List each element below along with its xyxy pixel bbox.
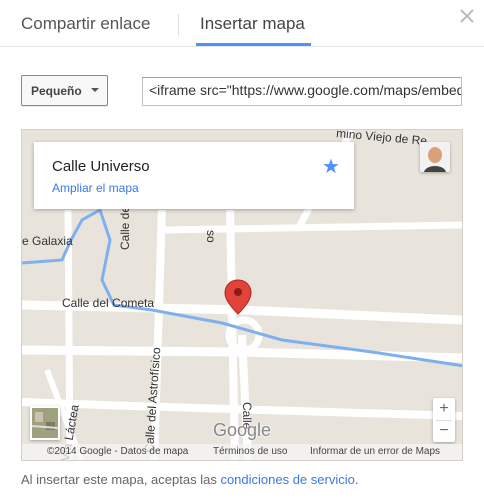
street-label: e Galaxia <box>22 234 73 248</box>
place-info-card: Calle Universo Ampliar el mapa ★ <box>34 142 354 209</box>
enlarge-map-link[interactable]: Ampliar el mapa <box>52 181 139 195</box>
terms-notice-end: . <box>354 472 359 487</box>
attribution-copyright: ©2014 Google - Datos de mapa <box>47 446 189 457</box>
terms-notice-text: Al insertar este mapa, aceptas las <box>21 472 221 487</box>
tab-embed-map[interactable]: Insertar mapa <box>200 14 305 34</box>
place-name: Calle Universo <box>52 158 150 175</box>
satellite-view-toggle[interactable] <box>30 406 60 440</box>
street-label: so <box>204 230 218 243</box>
chevron-down-icon <box>91 88 99 92</box>
tab-bar: Compartir enlace Insertar mapa <box>0 0 484 47</box>
tab-divider <box>178 14 179 36</box>
report-error-link[interactable]: Informar de un error de Maps <box>310 446 440 457</box>
terms-of-service-link[interactable]: condiciones de servicio <box>220 472 354 487</box>
zoom-in-button[interactable]: + <box>433 398 455 420</box>
terms-link[interactable]: Términos de uso <box>213 446 287 457</box>
map-size-dropdown[interactable]: Pequeño <box>21 75 108 106</box>
avatar[interactable] <box>420 142 450 172</box>
map-size-selected: Pequeño <box>31 84 82 98</box>
terms-notice: Al insertar este mapa, aceptas las condi… <box>21 472 358 487</box>
star-icon[interactable]: ★ <box>322 154 340 179</box>
embed-code-field[interactable]: <iframe src="https://www.google.com/maps… <box>142 77 462 106</box>
google-logo: Google <box>213 420 272 440</box>
zoom-divider <box>436 420 452 421</box>
map-view[interactable]: e Galaxia Calle del Cometa mino Viejo de… <box>21 129 463 461</box>
zoom-controls: + − <box>433 398 455 442</box>
active-tab-indicator <box>196 43 311 46</box>
street-label: Calle del Cometa <box>62 296 155 310</box>
zoom-out-button[interactable]: − <box>433 420 455 442</box>
map-attribution: ©2014 Google - Datos de mapa Términos de… <box>22 444 462 460</box>
close-icon[interactable] <box>456 5 478 27</box>
tab-share-link[interactable]: Compartir enlace <box>21 14 150 34</box>
